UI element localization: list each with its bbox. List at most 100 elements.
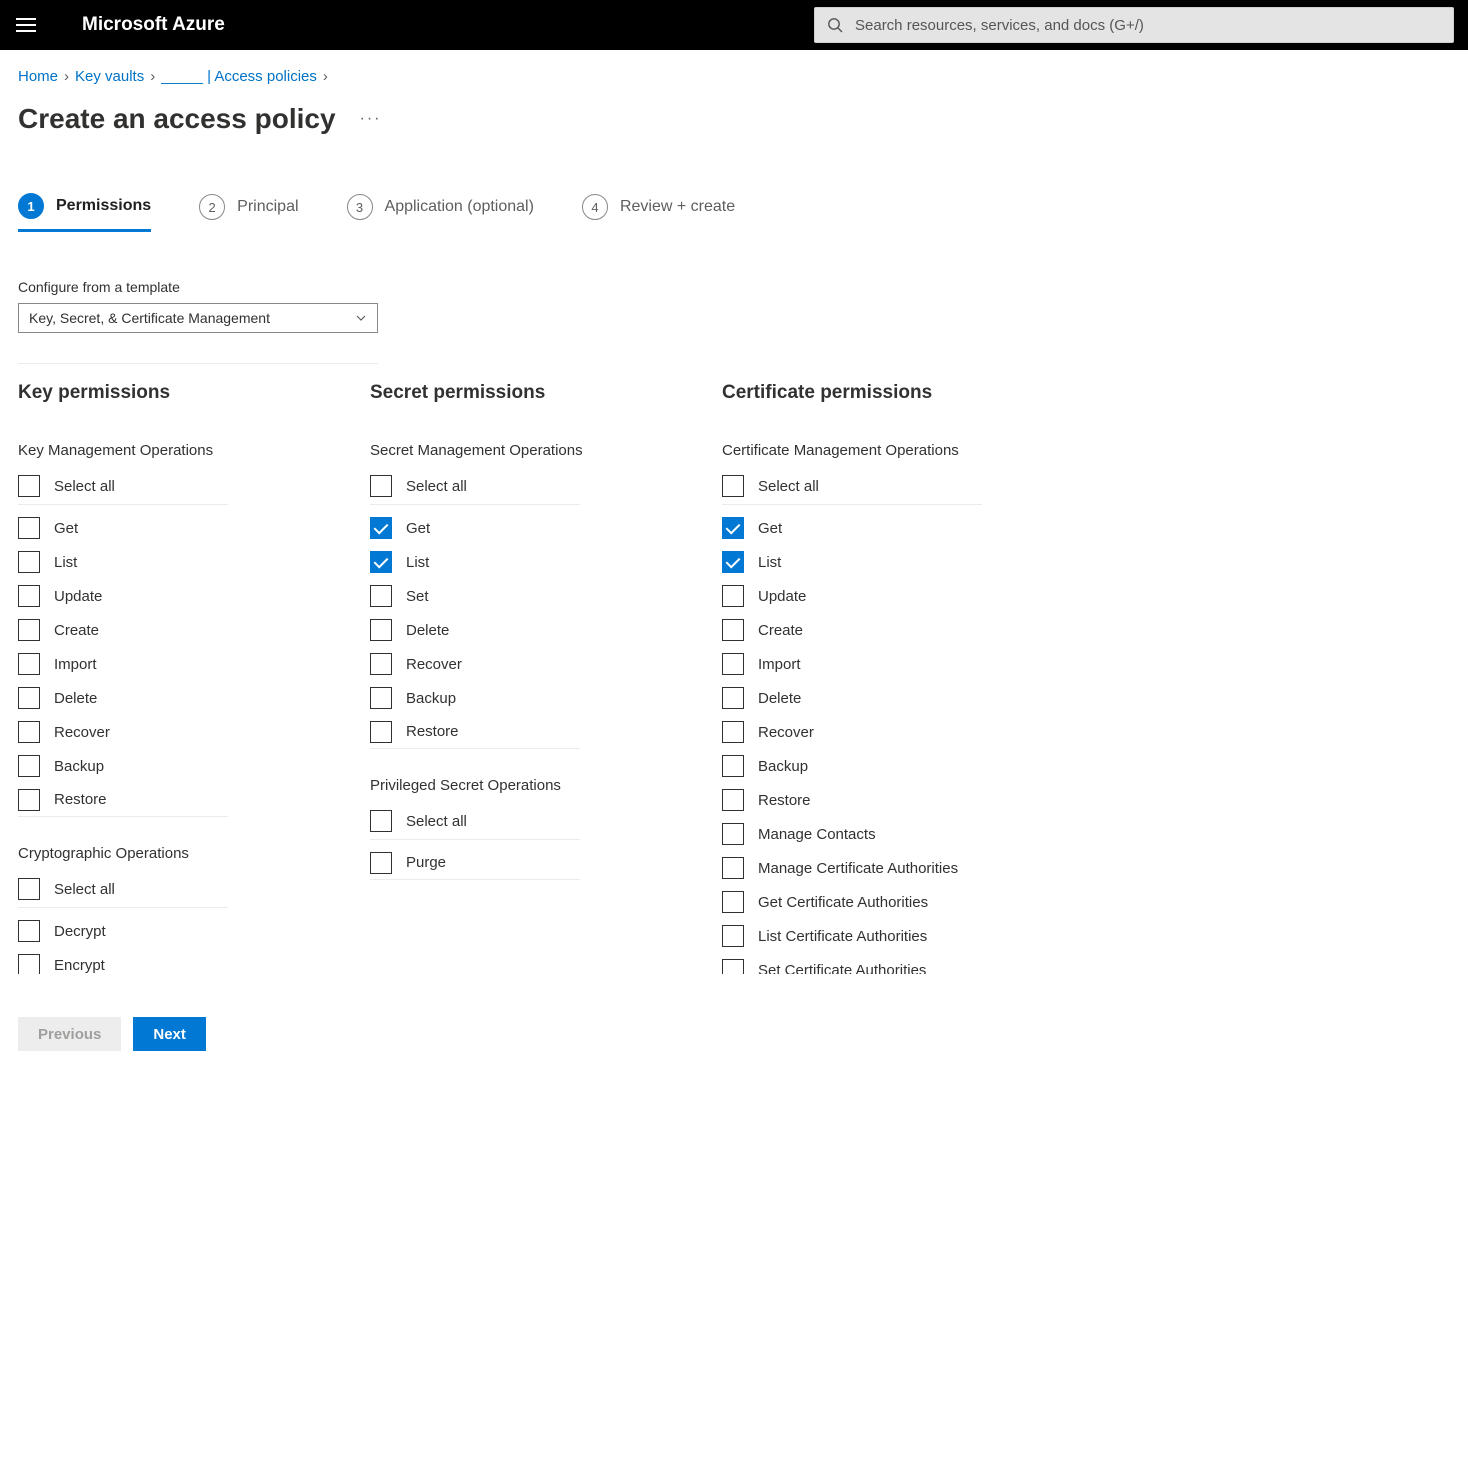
template-dropdown[interactable]: Key, Secret, & Certificate Management [18, 303, 378, 333]
checkbox-row[interactable]: Manage Certificate Authorities [722, 851, 982, 885]
cert-mgmt-selectall[interactable]: Select all [722, 471, 982, 505]
checkbox[interactable] [722, 619, 744, 641]
wizard-footer: Previous Next [0, 998, 1468, 1075]
checkbox-row[interactable]: Get [722, 511, 982, 545]
checkbox-row[interactable]: Create [722, 613, 982, 647]
step-badge: 2 [199, 194, 225, 220]
checkbox[interactable] [18, 789, 40, 811]
checkbox-label: Delete [54, 690, 97, 707]
checkbox[interactable] [370, 619, 392, 641]
checkbox[interactable] [370, 852, 392, 874]
breadcrumb-accesspolicies[interactable]: _____ | Access policies [161, 68, 317, 85]
checkbox[interactable] [370, 687, 392, 709]
checkbox-row[interactable]: Recover [722, 715, 982, 749]
checkbox[interactable] [722, 687, 744, 709]
checkbox[interactable] [370, 721, 392, 743]
chevron-down-icon [355, 312, 367, 324]
secret-priv-selectall[interactable]: Select all [370, 806, 580, 840]
checkbox-row[interactable]: Update [722, 579, 982, 613]
checkbox-row[interactable]: Delete [370, 613, 580, 647]
global-search-input[interactable] [855, 17, 1441, 34]
checkbox[interactable] [18, 551, 40, 573]
checkbox[interactable] [370, 475, 392, 497]
checkbox[interactable] [370, 517, 392, 539]
checkbox-row[interactable]: Manage Contacts [722, 817, 982, 851]
checkbox-row[interactable]: Import [18, 647, 228, 681]
checkbox[interactable] [722, 475, 744, 497]
checkbox[interactable] [18, 619, 40, 641]
checkbox[interactable] [18, 920, 40, 942]
checkbox-row[interactable]: Recover [370, 647, 580, 681]
checkbox-row[interactable]: Get [18, 511, 228, 545]
more-actions-button[interactable]: ··· [360, 110, 382, 128]
next-button[interactable]: Next [133, 1017, 206, 1051]
breadcrumb-home[interactable]: Home [18, 68, 58, 85]
checkbox-row[interactable]: Update [18, 579, 228, 613]
checkbox-row[interactable]: Backup [18, 749, 228, 783]
key-crypto-selectall[interactable]: Select all [18, 874, 228, 908]
step-review[interactable]: 4 Review + create [582, 194, 735, 230]
checkbox-row[interactable]: Restore [722, 783, 982, 817]
checkbox[interactable] [370, 585, 392, 607]
global-search[interactable] [814, 7, 1454, 43]
checkbox[interactable] [722, 653, 744, 675]
checkbox-row[interactable]: Get Certificate Authorities [722, 885, 982, 919]
checkbox[interactable] [722, 585, 744, 607]
checkbox-row[interactable]: Import [722, 647, 982, 681]
breadcrumb-keyvaults[interactable]: Key vaults [75, 68, 144, 85]
checkbox[interactable] [722, 721, 744, 743]
checkbox-row[interactable]: Purge [370, 846, 580, 880]
previous-button[interactable]: Previous [18, 1017, 121, 1051]
checkbox-row[interactable]: List Certificate Authorities [722, 919, 982, 953]
checkbox[interactable] [722, 959, 744, 974]
checkbox-row[interactable]: Restore [18, 783, 228, 817]
checkbox[interactable] [722, 551, 744, 573]
checkbox[interactable] [18, 517, 40, 539]
checkbox-row[interactable]: Get [370, 511, 580, 545]
checkbox[interactable] [722, 789, 744, 811]
checkbox-row[interactable]: Delete [722, 681, 982, 715]
checkbox-label: Manage Certificate Authorities [758, 860, 958, 877]
checkbox[interactable] [722, 857, 744, 879]
checkbox[interactable] [18, 721, 40, 743]
checkbox[interactable] [370, 551, 392, 573]
checkbox-row[interactable]: List [18, 545, 228, 579]
key-mgmt-selectall[interactable]: Select all [18, 471, 228, 505]
checkbox-label: Encrypt [54, 957, 105, 974]
checkbox[interactable] [18, 475, 40, 497]
checkbox[interactable] [370, 810, 392, 832]
hamburger-menu-icon[interactable] [14, 13, 38, 37]
step-principal[interactable]: 2 Principal [199, 194, 298, 230]
checkbox-row[interactable]: Backup [722, 749, 982, 783]
checkbox-row[interactable]: Set Certificate Authorities [722, 953, 982, 974]
checkbox[interactable] [18, 954, 40, 974]
checkbox-row[interactable]: Decrypt [18, 914, 228, 948]
checkbox[interactable] [18, 585, 40, 607]
checkbox-row[interactable]: Recover [18, 715, 228, 749]
checkbox-row[interactable]: Set [370, 579, 580, 613]
checkbox[interactable] [722, 517, 744, 539]
step-application[interactable]: 3 Application (optional) [347, 194, 534, 230]
checkbox-row[interactable]: Encrypt [18, 948, 228, 974]
checkbox[interactable] [18, 755, 40, 777]
secret-mgmt-selectall[interactable]: Select all [370, 471, 580, 505]
checkbox[interactable] [18, 653, 40, 675]
checkbox[interactable] [722, 891, 744, 913]
checkbox[interactable] [18, 878, 40, 900]
checkbox-row[interactable]: Delete [18, 681, 228, 715]
checkbox-label: Set Certificate Authorities [758, 962, 926, 975]
checkbox[interactable] [18, 687, 40, 709]
step-permissions[interactable]: 1 Permissions [18, 193, 151, 232]
checkbox[interactable] [722, 925, 744, 947]
checkbox-row[interactable]: Backup [370, 681, 580, 715]
checkbox-label: Recover [406, 656, 462, 673]
checkbox[interactable] [370, 653, 392, 675]
checkbox-row[interactable]: List [722, 545, 982, 579]
checkbox-row[interactable]: List [370, 545, 580, 579]
checkbox[interactable] [722, 823, 744, 845]
checkbox-row[interactable]: Restore [370, 715, 580, 749]
checkbox[interactable] [722, 755, 744, 777]
cert-mgmt-group-title: Certificate Management Operations [722, 442, 1082, 459]
page-title: Create an access policy [18, 103, 336, 135]
checkbox-row[interactable]: Create [18, 613, 228, 647]
